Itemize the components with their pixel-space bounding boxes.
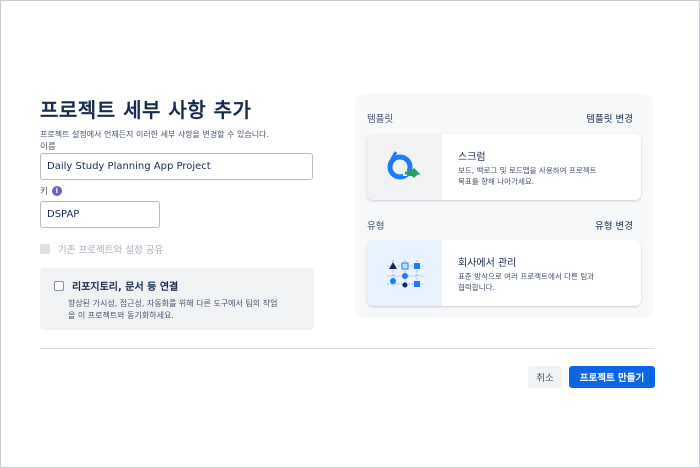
key-label: 키 — [40, 187, 48, 197]
template-card-scrum[interactable]: 스크럼 보드, 백로그 및 로드맵을 사용하여 프로젝트 목표를 향해 나아가세… — [367, 134, 641, 200]
project-name-input[interactable]: Daily Study Planning App Project — [40, 153, 313, 180]
scrum-desc-line-1: 보드, 백로그 및 로드맵을 사용하여 프로젝트 — [458, 166, 597, 175]
connect-tools-header: 리포지토리, 문서 등 연결 — [54, 278, 302, 293]
page-title: 프로젝트 세부 사항 추가 — [40, 98, 252, 122]
scrum-cycle-icon — [387, 151, 421, 180]
scrum-thumbnail — [367, 134, 442, 200]
project-key-input[interactable]: DSPAP — [40, 201, 160, 228]
share-settings-label: 기존 프로젝트와 설정 공유 — [58, 245, 164, 256]
connect-tools-panel: 리포지토리, 문서 등 연결 향상된 가시성, 접근성, 자동화를 위해 다른 … — [40, 268, 314, 330]
scrum-card-title: 스크럼 — [458, 152, 486, 163]
share-settings-checkbox[interactable] — [40, 244, 50, 254]
change-template-link[interactable]: 템플릿 변경 — [586, 111, 633, 125]
create-project-button[interactable]: 프로젝트 만들기 — [569, 366, 655, 388]
name-label: 이름 — [40, 142, 56, 152]
page-subtitle: 프로젝트 설정에서 언제든지 이러한 세부 사항을 변경할 수 있습니다. — [40, 130, 269, 139]
company-desc-line-1: 표준 방식으로 여러 프로젝트에서 다른 팀과 — [458, 272, 595, 281]
scrum-card-description: 보드, 백로그 및 로드맵을 사용하여 프로젝트 목표를 향해 나아가세요. — [458, 165, 628, 187]
change-type-link[interactable]: 유형 변경 — [595, 218, 633, 232]
info-icon[interactable]: i — [51, 186, 62, 196]
type-section-label: 유형 — [367, 221, 385, 232]
project-name-value: Daily Study Planning App Project — [47, 161, 211, 172]
connect-tools-checkbox[interactable] — [54, 280, 64, 291]
type-card-company-managed[interactable]: 회사에서 관리 표준 방식으로 여러 프로젝트에서 다른 팀과 협력합니다. — [367, 240, 641, 306]
connect-tools-description: 향상된 가시성, 접근성, 자동화를 위해 다른 도구에서 팀의 작업 을 이 … — [54, 298, 302, 322]
connect-desc-line-2: 을 이 프로젝트와 동기화하세요. — [68, 311, 174, 320]
company-managed-card-description: 표준 방식으로 여러 프로젝트에서 다른 팀과 협력합니다. — [458, 271, 628, 293]
connect-desc-line-1: 향상된 가시성, 접근성, 자동화를 위해 다른 도구에서 팀의 작업 — [68, 299, 278, 308]
share-settings-checkbox-row: 기존 프로젝트와 설정 공유 — [40, 242, 163, 256]
template-section-label: 템플릿 — [367, 114, 394, 125]
company-managed-icon — [386, 260, 423, 288]
company-managed-card-title: 회사에서 관리 — [458, 258, 517, 269]
key-label-row: 키 i — [40, 185, 62, 197]
footer-divider — [40, 348, 655, 349]
project-key-value: DSPAP — [47, 209, 80, 220]
company-managed-thumbnail — [367, 240, 442, 306]
company-desc-line-2: 협력합니다. — [458, 283, 495, 292]
form-header: 프로젝트 세부 사항 추가 프로젝트 설정에서 언제든지 이러한 세부 사항을 … — [40, 94, 316, 140]
connect-tools-title: 리포지토리, 문서 등 연결 — [72, 282, 179, 293]
scrum-desc-line-2: 목표를 향해 나아가세요. — [458, 177, 535, 186]
cancel-button[interactable]: 취소 — [528, 366, 562, 388]
